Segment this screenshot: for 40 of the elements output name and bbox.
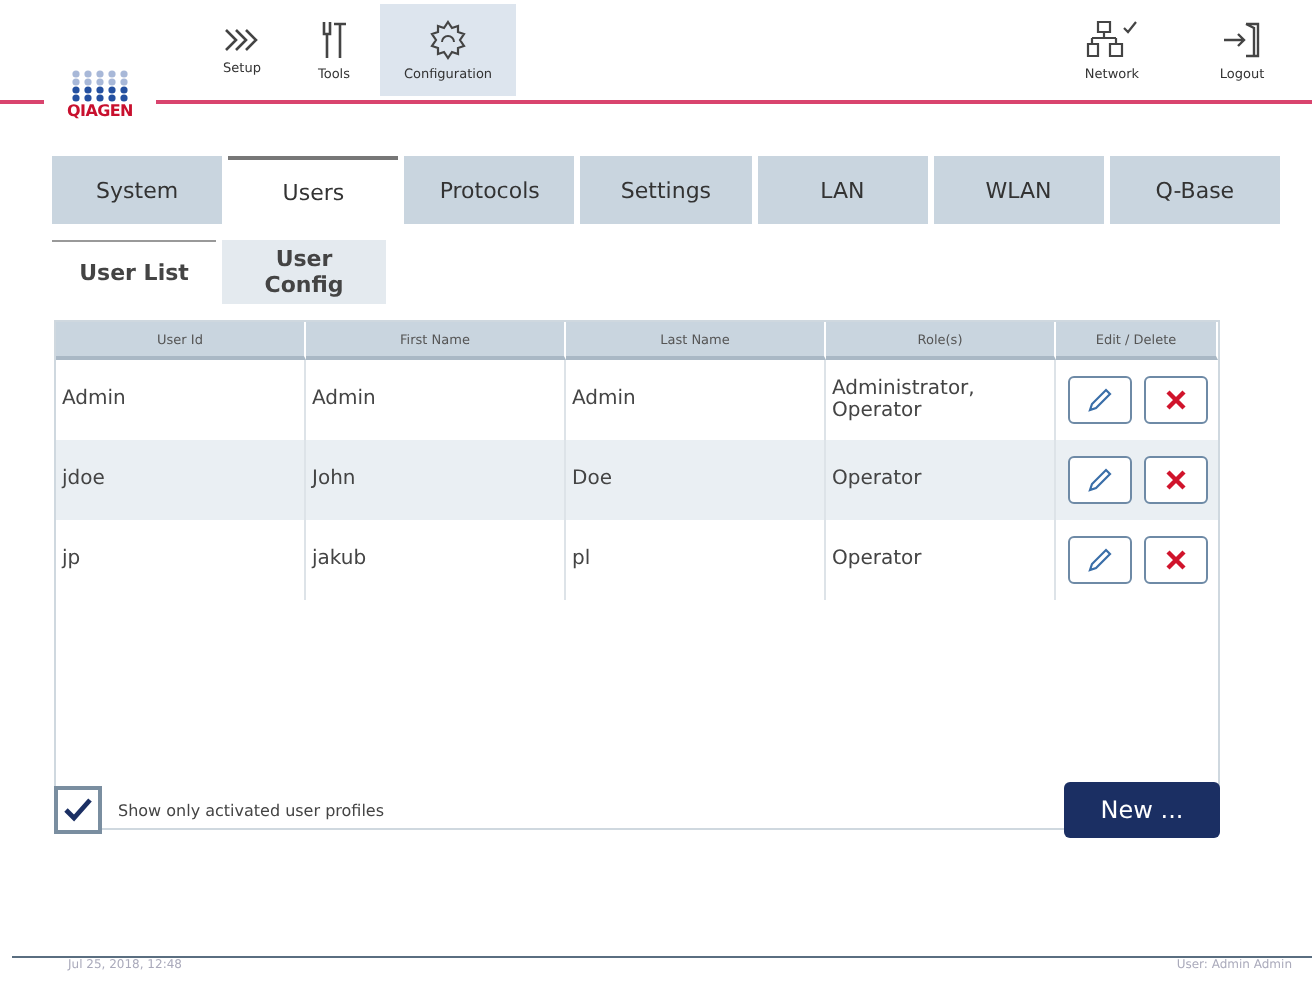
table-cell: jp — [56, 520, 306, 600]
logout-icon — [1222, 19, 1262, 59]
delete-button[interactable] — [1143, 456, 1207, 504]
tab[interactable]: User Config — [222, 240, 386, 304]
checkbox-label: Show only activated user profiles — [118, 801, 386, 819]
delete-button[interactable] — [1143, 536, 1207, 584]
edit-button[interactable] — [1067, 376, 1131, 424]
tools-icon — [320, 19, 348, 59]
table-cell: Doe — [566, 440, 826, 520]
table-cell: Admin — [306, 360, 566, 440]
edit-button[interactable] — [1067, 456, 1131, 504]
table-cell: jdoe — [56, 440, 306, 520]
delete-button[interactable] — [1143, 376, 1207, 424]
close-icon — [1163, 468, 1187, 492]
chevrons-icon — [224, 25, 260, 53]
table-cell: Operator — [826, 440, 1056, 520]
network-icon — [1086, 19, 1138, 59]
table-cell: John — [306, 440, 566, 520]
pencil-icon — [1085, 386, 1113, 414]
tab[interactable]: LAN — [757, 156, 928, 224]
pencil-icon — [1085, 466, 1113, 494]
tab[interactable]: Settings — [580, 156, 752, 224]
table-cell: Administrator, Operator — [826, 360, 1056, 440]
edit-button[interactable] — [1067, 536, 1131, 584]
pencil-icon — [1085, 546, 1113, 574]
close-icon — [1163, 388, 1187, 412]
checkbox[interactable] — [54, 786, 102, 834]
table-cell: Admin — [56, 360, 306, 440]
table-cell: Admin — [566, 360, 826, 440]
tab[interactable]: System — [52, 156, 223, 224]
check-icon — [62, 796, 94, 824]
close-icon — [1163, 548, 1187, 572]
tab[interactable]: Protocols — [404, 156, 575, 224]
table-cell: jakub — [306, 520, 566, 600]
tab[interactable]: WLAN — [933, 156, 1104, 224]
qiagen-logo: QIAGEN — [44, 70, 156, 120]
tab[interactable]: Q-Base — [1109, 156, 1280, 224]
dots-icon — [70, 70, 130, 102]
settings-icon — [428, 19, 468, 59]
new-button[interactable]: New ... — [1064, 782, 1220, 838]
